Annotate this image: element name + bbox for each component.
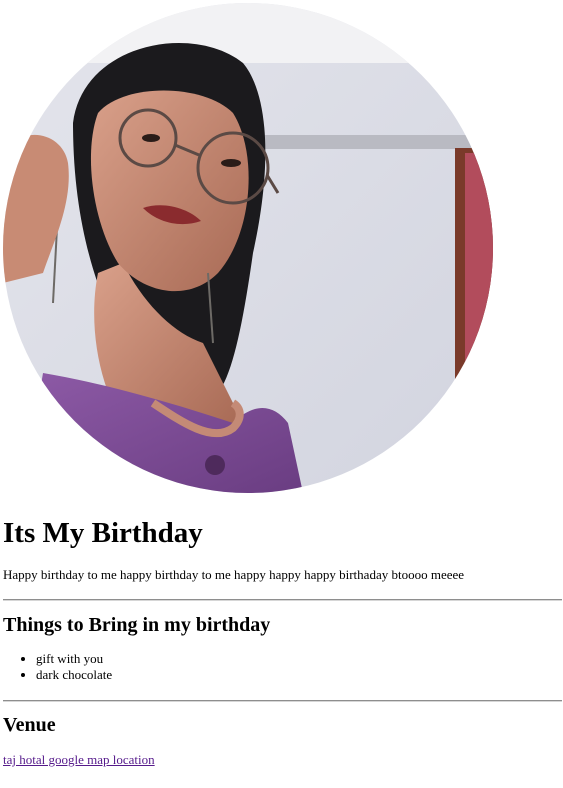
divider <box>3 700 562 702</box>
page-title: Its My Birthday <box>3 517 203 549</box>
venue-section-title: Venue <box>3 714 56 736</box>
profile-photo <box>3 3 493 493</box>
bring-list: gift with you dark chocolate <box>0 651 112 683</box>
profile-photo-image <box>3 3 493 493</box>
list-item: dark chocolate <box>36 667 112 683</box>
birthday-message: Happy birthday to me happy birthday to m… <box>3 567 465 582</box>
divider <box>3 599 562 601</box>
list-item: gift with you <box>36 651 112 667</box>
venue-map-link[interactable]: taj hotal google map location <box>3 751 155 769</box>
bring-section-title: Things to Bring in my birthday <box>3 614 271 636</box>
